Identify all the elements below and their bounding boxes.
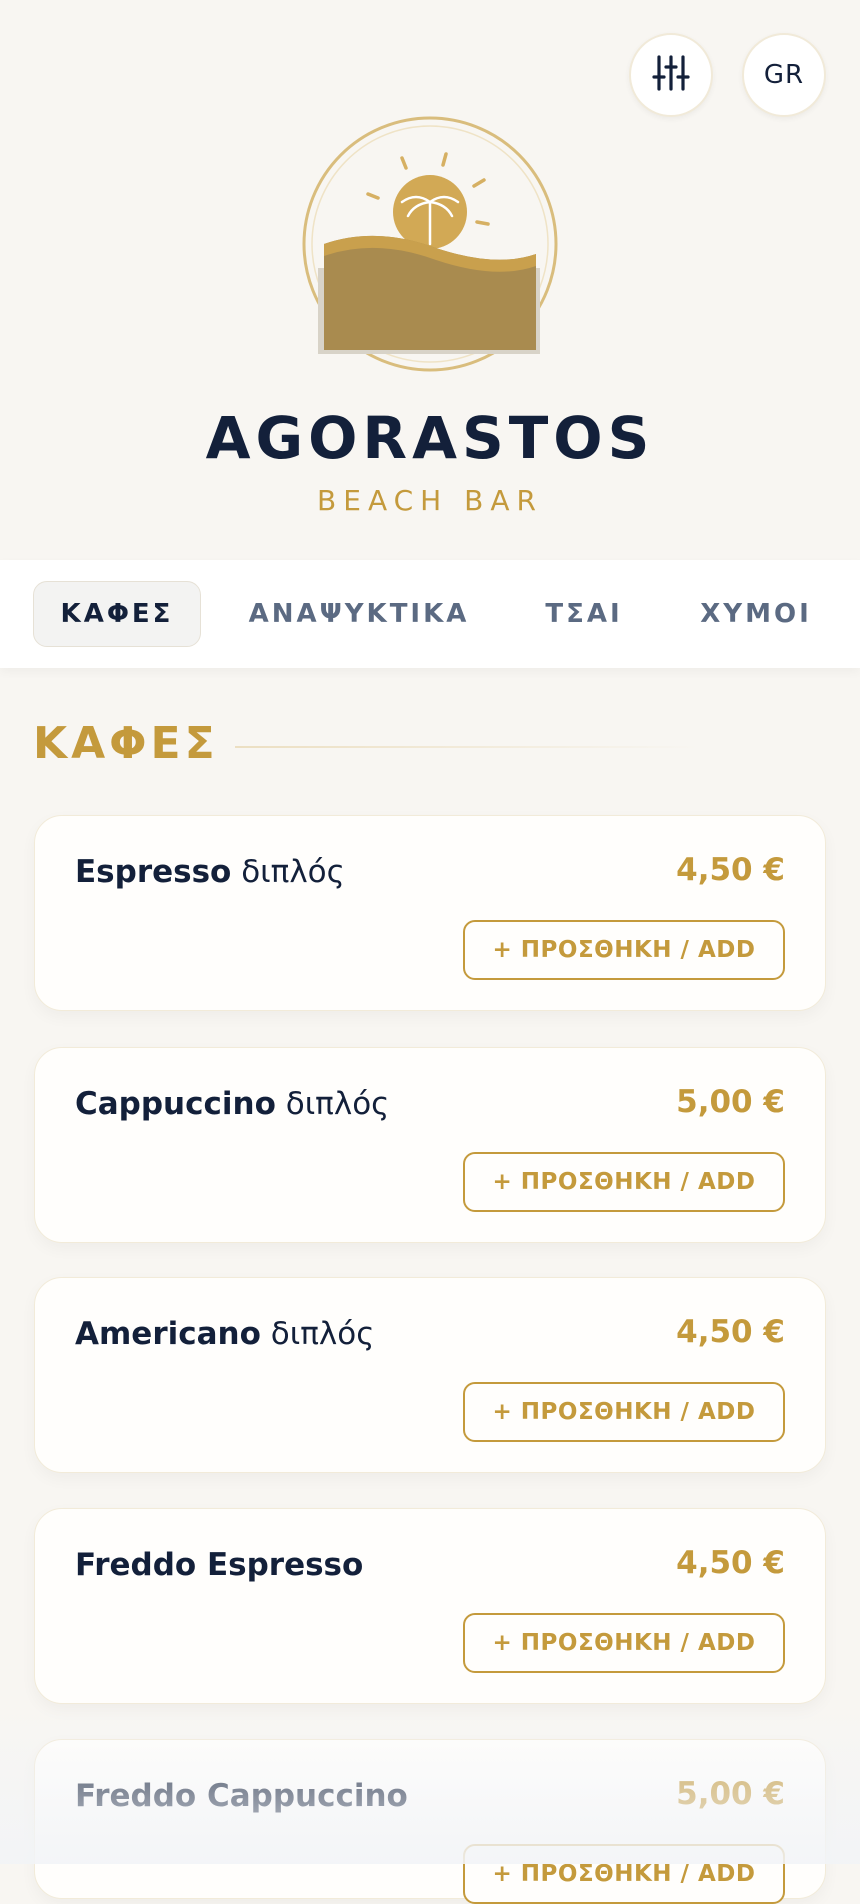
item-name: Americano διπλός bbox=[75, 1316, 375, 1352]
add-button[interactable]: + ΠΡΟΣΘΗΚΗ / ADD bbox=[463, 1382, 785, 1442]
add-button[interactable]: + ΠΡΟΣΘΗΚΗ / ADD bbox=[463, 1152, 785, 1212]
sliders-icon bbox=[651, 53, 691, 97]
section-divider bbox=[235, 746, 700, 748]
item-price: 4,50 € bbox=[676, 1314, 785, 1350]
menu-item-card: Freddo Cappuccino 5,00 € + ΠΡΟΣΘΗΚΗ / AD… bbox=[34, 1739, 826, 1904]
item-name: Freddo Espresso bbox=[75, 1547, 364, 1583]
tab-xymoi[interactable]: ΧΥΜΟΙ bbox=[694, 581, 818, 647]
item-price: 5,00 € bbox=[676, 1084, 785, 1120]
brand-name: AGORASTOS bbox=[205, 404, 655, 472]
add-button[interactable]: + ΠΡΟΣΘΗΚΗ / ADD bbox=[463, 920, 785, 980]
add-button[interactable]: + ΠΡΟΣΘΗΚΗ / ADD bbox=[463, 1613, 785, 1673]
item-name: Espresso διπλός bbox=[75, 854, 345, 890]
filter-button[interactable] bbox=[629, 33, 713, 117]
item-price: 5,00 € bbox=[676, 1776, 785, 1812]
item-name: Freddo Cappuccino bbox=[75, 1778, 408, 1814]
section-title: ΚΑΦΕΣ bbox=[33, 718, 219, 769]
tab-anapsyktika[interactable]: ΑΝΑΨΥΚΤΙΚΑ bbox=[248, 581, 470, 647]
add-button[interactable]: + ΠΡΟΣΘΗΚΗ / ADD bbox=[463, 1844, 785, 1904]
menu-item-card: Espresso διπλός 4,50 € + ΠΡΟΣΘΗΚΗ / ADD bbox=[34, 815, 826, 1011]
category-tabs: ΚΑΦΕΣ ΑΝΑΨΥΚΤΙΚΑ ΤΣΑΙ ΧΥΜΟΙ bbox=[0, 560, 860, 668]
tab-kafes[interactable]: ΚΑΦΕΣ bbox=[33, 581, 201, 647]
menu-item-card: Americano διπλός 4,50 € + ΠΡΟΣΘΗΚΗ / ADD bbox=[34, 1277, 826, 1473]
brand-logo bbox=[296, 110, 564, 378]
item-price: 4,50 € bbox=[676, 852, 785, 888]
item-price: 4,50 € bbox=[676, 1545, 785, 1581]
brand-subtitle: BEACH BAR bbox=[317, 484, 543, 517]
menu-item-card: Freddo Espresso 4,50 € + ΠΡΟΣΘΗΚΗ / ADD bbox=[34, 1508, 826, 1704]
language-label: GR bbox=[763, 60, 805, 90]
item-name: Cappuccino διπλός bbox=[75, 1086, 390, 1122]
language-button[interactable]: GR bbox=[742, 33, 826, 117]
menu-item-card: Cappuccino διπλός 5,00 € + ΠΡΟΣΘΗΚΗ / AD… bbox=[34, 1047, 826, 1243]
tab-tsai[interactable]: ΤΣΑΙ bbox=[537, 581, 631, 647]
